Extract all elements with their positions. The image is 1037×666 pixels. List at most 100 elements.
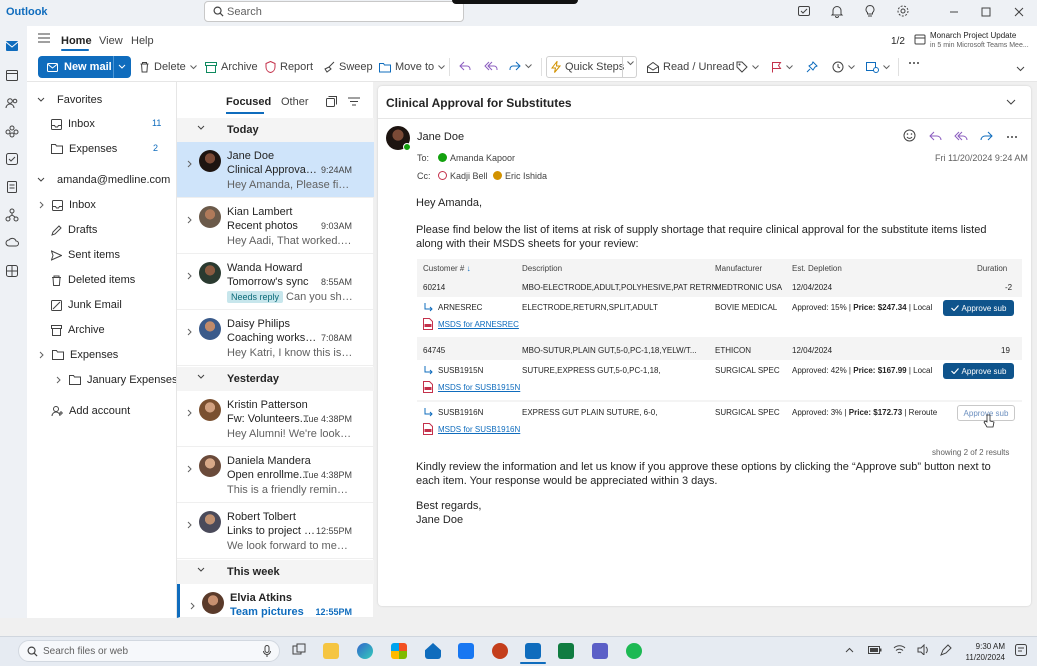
sender-name[interactable]: Jane Doe bbox=[417, 131, 464, 143]
gear-icon[interactable] bbox=[896, 4, 912, 20]
approve-sub-button[interactable]: Approve sub bbox=[943, 300, 1014, 316]
approve-sub-button[interactable]: Approve sub bbox=[943, 363, 1014, 379]
column-header[interactable]: Est. Depletion bbox=[792, 264, 842, 273]
maximize-icon[interactable] bbox=[980, 6, 996, 22]
favorites-header[interactable]: Favorites bbox=[37, 94, 102, 106]
my-day-icon[interactable] bbox=[797, 4, 813, 20]
tab-help[interactable]: Help bbox=[131, 35, 154, 47]
ribbon-collapse-icon[interactable] bbox=[1016, 66, 1025, 72]
to-recipient[interactable]: Amanda Kapoor bbox=[438, 153, 515, 163]
favorite-expenses[interactable]: Expenses bbox=[51, 143, 117, 155]
message-item[interactable]: Daisy Philips Coaching workshop 7:08AM H… bbox=[177, 310, 374, 366]
folder-sent-items[interactable]: Sent items bbox=[51, 249, 120, 261]
group-today[interactable]: Today bbox=[177, 118, 374, 142]
system-clock[interactable]: 9:30 AM 11/20/2024 bbox=[953, 641, 1005, 663]
tag-button[interactable] bbox=[736, 61, 759, 73]
rules-button[interactable] bbox=[866, 61, 890, 73]
forward-icon[interactable] bbox=[980, 131, 993, 141]
cloud-icon[interactable] bbox=[5, 236, 21, 252]
folder-inbox[interactable]: Inbox bbox=[39, 199, 96, 211]
chevron-down-icon[interactable] bbox=[1006, 99, 1016, 105]
tab-other[interactable]: Other bbox=[281, 96, 309, 108]
message-item[interactable]: Elvia Atkins Team pictures 12:55PM bbox=[177, 584, 374, 618]
close-icon[interactable] bbox=[1013, 6, 1029, 22]
task-view-icon[interactable] bbox=[292, 643, 308, 659]
report-button[interactable]: Report bbox=[265, 61, 313, 73]
flag-button[interactable] bbox=[771, 61, 793, 73]
message-item[interactable]: Robert Tolbert Links to project m... 12:… bbox=[177, 503, 374, 559]
hamburger-icon[interactable] bbox=[38, 33, 50, 43]
column-header[interactable]: Manufacturer bbox=[715, 264, 762, 273]
pin-icon[interactable] bbox=[806, 61, 818, 73]
outlook-icon[interactable] bbox=[525, 643, 541, 659]
groups-icon[interactable] bbox=[5, 124, 21, 140]
tab-focused[interactable]: Focused bbox=[226, 96, 271, 108]
tab-view[interactable]: View bbox=[99, 35, 123, 47]
bell-icon[interactable] bbox=[830, 4, 846, 20]
snooze-button[interactable] bbox=[832, 61, 855, 73]
reply-icon[interactable] bbox=[459, 61, 471, 71]
msds-link[interactable]: MSDS for ARNESREC bbox=[438, 320, 519, 329]
search-input[interactable]: Search bbox=[204, 1, 464, 22]
powerpoint-icon[interactable] bbox=[492, 643, 508, 659]
group-yesterday[interactable]: Yesterday bbox=[177, 367, 374, 391]
reply-all-icon[interactable] bbox=[954, 131, 968, 141]
notifications-icon[interactable] bbox=[1015, 644, 1027, 656]
people-icon[interactable] bbox=[5, 96, 21, 112]
delete-button[interactable]: Delete bbox=[139, 61, 197, 73]
chevron-down-icon[interactable] bbox=[627, 61, 634, 66]
meeting-title[interactable]: Monarch Project Update bbox=[930, 31, 1016, 40]
account-header[interactable]: amanda@medline.com bbox=[37, 174, 170, 186]
workflow-icon[interactable] bbox=[5, 208, 21, 224]
favorite-inbox[interactable]: Inbox bbox=[51, 118, 95, 130]
move-to-button[interactable]: Move to bbox=[379, 61, 445, 73]
column-header[interactable]: Description bbox=[522, 264, 562, 273]
facebook-icon[interactable] bbox=[458, 643, 474, 659]
chevron-up-icon[interactable] bbox=[845, 647, 854, 653]
folder-archive[interactable]: Archive bbox=[51, 324, 105, 336]
add-account-button[interactable]: Add account bbox=[51, 405, 130, 417]
folder-january-expenses[interactable]: January Expenses bbox=[56, 374, 178, 386]
taskbar-search[interactable]: Search files or web bbox=[18, 640, 280, 662]
lightbulb-icon[interactable] bbox=[863, 4, 879, 20]
column-header[interactable]: Duration bbox=[977, 264, 1007, 273]
forward-icon[interactable] bbox=[509, 61, 532, 71]
select-icon[interactable] bbox=[326, 96, 337, 107]
message-item[interactable]: Daniela Mandera Open enrollme... Tue 4:3… bbox=[177, 447, 374, 503]
reply-icon[interactable] bbox=[929, 131, 942, 141]
edge-icon[interactable] bbox=[357, 643, 373, 659]
filter-icon[interactable] bbox=[348, 97, 360, 106]
cc-recipient[interactable]: Kadji Bell bbox=[438, 171, 488, 181]
pen-icon[interactable] bbox=[940, 644, 952, 656]
msds-link[interactable]: MSDS for SUSB1916N bbox=[438, 425, 520, 434]
folder-expenses[interactable]: Expenses bbox=[39, 349, 118, 361]
message-item[interactable]: Jane Doe Clinical Approval f... 9:24AM H… bbox=[177, 142, 374, 198]
folder-drafts[interactable]: Drafts bbox=[51, 224, 97, 236]
battery-icon[interactable] bbox=[868, 646, 882, 654]
message-item[interactable]: Kian Lambert Recent photos 9:03AM Hey Aa… bbox=[177, 198, 374, 254]
volume-icon[interactable] bbox=[917, 644, 930, 655]
archive-button[interactable]: Archive bbox=[205, 61, 258, 73]
spotify-icon[interactable] bbox=[626, 643, 642, 659]
excel-icon[interactable] bbox=[558, 643, 574, 659]
folder-junk-email[interactable]: Junk Email bbox=[51, 299, 122, 311]
chevron-down-icon[interactable] bbox=[118, 64, 126, 70]
message-item[interactable]: Kristin Patterson Fw: Volunteers... Tue … bbox=[177, 391, 374, 447]
file-explorer-icon[interactable] bbox=[323, 643, 339, 659]
notes-icon[interactable] bbox=[5, 180, 21, 196]
mail-icon[interactable] bbox=[5, 40, 21, 56]
store-icon[interactable] bbox=[391, 643, 407, 659]
reply-all-icon[interactable] bbox=[484, 61, 498, 71]
teams-icon[interactable] bbox=[592, 643, 608, 659]
new-mail-button[interactable]: New mail bbox=[38, 56, 131, 78]
sweep-button[interactable]: Sweep bbox=[323, 61, 373, 73]
apps-icon[interactable] bbox=[5, 264, 21, 280]
folder-deleted-items[interactable]: Deleted items bbox=[51, 274, 135, 286]
tab-home[interactable]: Home bbox=[61, 35, 92, 47]
read-unread-button[interactable]: Read / Unread bbox=[647, 61, 735, 73]
column-header[interactable]: Customer # ↓ bbox=[423, 264, 471, 273]
microphone-icon[interactable] bbox=[263, 645, 271, 657]
cc-recipient[interactable]: Eric Ishida bbox=[493, 171, 547, 181]
group-this-week[interactable]: This week bbox=[177, 560, 374, 584]
wifi-icon[interactable] bbox=[893, 644, 906, 655]
